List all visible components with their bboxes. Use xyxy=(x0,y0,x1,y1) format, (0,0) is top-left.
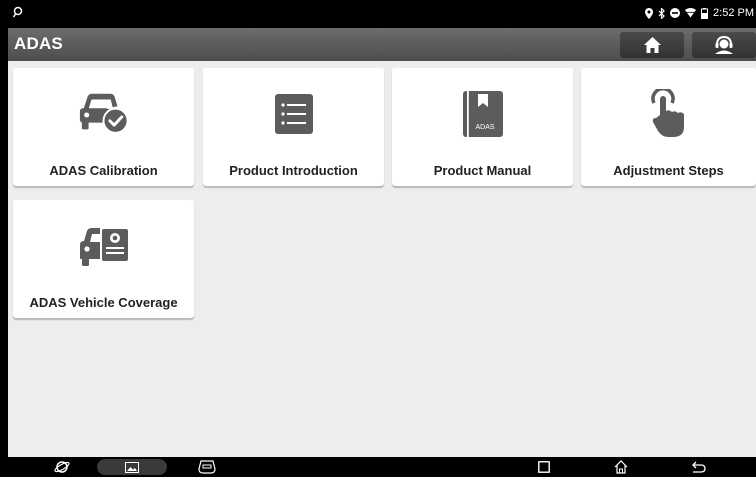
vehicle-coverage-icon xyxy=(79,228,128,266)
tile-adas-calibration[interactable]: ADAS Calibration xyxy=(13,68,194,186)
screen: 2:52 PM ADAS ADAS Calibration Product In… xyxy=(8,0,756,477)
do-not-disturb-icon xyxy=(670,8,681,18)
tile-label: Adjustment Steps xyxy=(613,163,724,178)
vci-button[interactable] xyxy=(196,459,218,475)
headset-person-icon xyxy=(715,36,733,54)
notification-icon xyxy=(12,6,23,18)
wifi-icon xyxy=(685,8,697,18)
back-button[interactable] xyxy=(690,459,708,475)
back-arrow-icon xyxy=(692,461,706,473)
tile-product-manual[interactable]: ADAS Product Manual xyxy=(392,68,573,186)
recent-apps-button[interactable] xyxy=(536,459,552,475)
tile-adjustment-steps[interactable]: Adjustment Steps xyxy=(581,68,756,186)
tile-label: Product Manual xyxy=(433,163,532,178)
list-document-icon xyxy=(274,94,313,134)
gallery-button[interactable] xyxy=(97,459,167,475)
tile-adas-vehicle-coverage[interactable]: ADAS Vehicle Coverage xyxy=(13,200,194,318)
tile-product-introduction[interactable]: Product Introduction xyxy=(203,68,384,186)
tile-label: Product Introduction xyxy=(229,163,358,178)
status-time: 2:52 PM xyxy=(713,7,754,19)
bluetooth-icon xyxy=(658,7,665,19)
tile-label: ADAS Vehicle Coverage xyxy=(29,295,178,310)
browser-button[interactable] xyxy=(52,459,72,475)
manual-book-text: ADAS xyxy=(475,124,494,131)
touch-hand-icon xyxy=(650,89,684,137)
tile-label: ADAS Calibration xyxy=(49,163,158,178)
location-icon xyxy=(645,7,654,19)
image-icon xyxy=(125,461,139,473)
support-button[interactable] xyxy=(692,32,756,58)
home-button[interactable] xyxy=(620,32,684,58)
vci-connector-icon xyxy=(198,460,216,474)
square-icon xyxy=(538,461,550,473)
page-title: ADAS xyxy=(14,34,63,53)
status-bar: 2:52 PM xyxy=(8,0,756,28)
home-outline-icon xyxy=(614,460,628,474)
manual-book-icon: ADAS xyxy=(462,91,503,137)
app-bar: ADAS xyxy=(8,28,756,61)
orbit-icon xyxy=(54,461,70,473)
car-check-icon xyxy=(79,93,129,134)
home-icon xyxy=(643,37,661,53)
battery-icon xyxy=(701,7,709,19)
home-nav-button[interactable] xyxy=(612,459,630,475)
nav-bar xyxy=(8,457,756,477)
